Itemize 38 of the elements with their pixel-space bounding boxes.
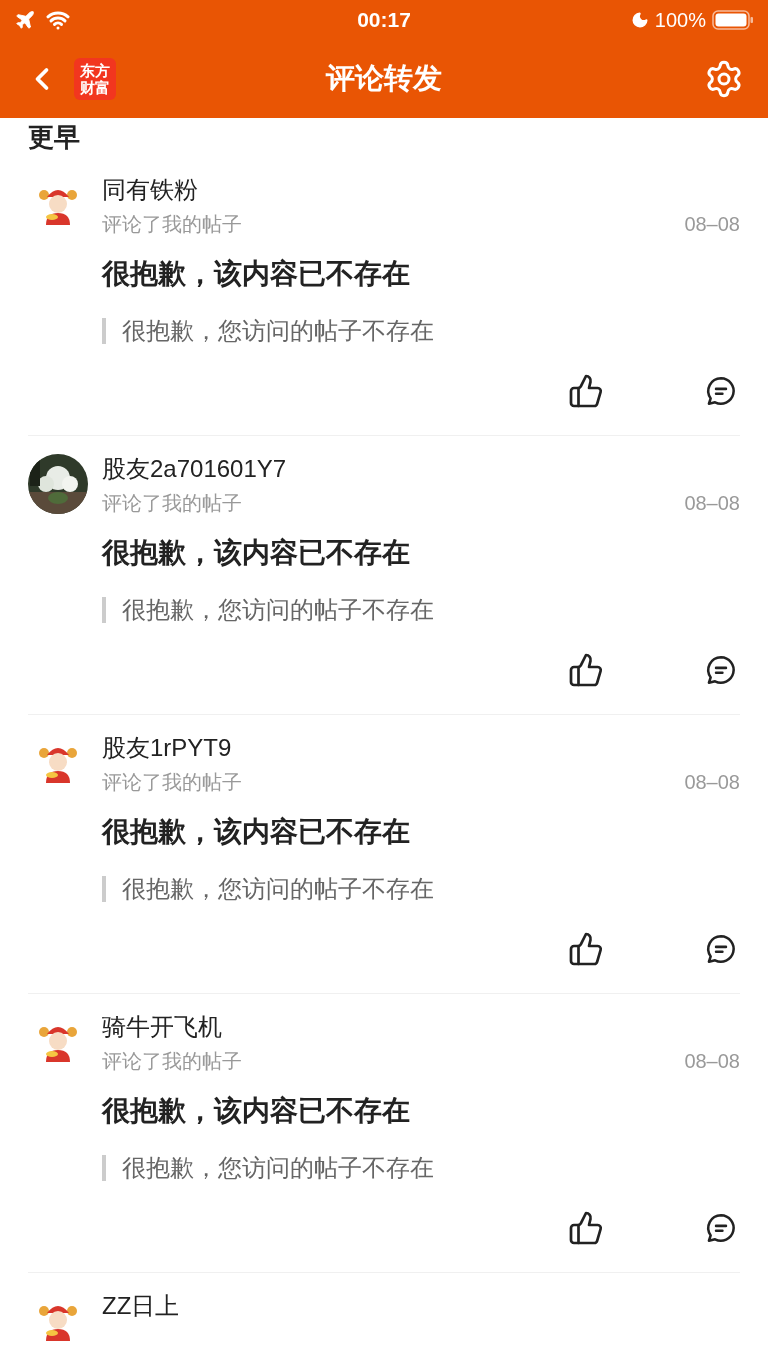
like-icon[interactable]: [568, 1210, 604, 1246]
comment-text: 很抱歉，该内容已不存在: [102, 257, 410, 291]
date-text: 08–08: [684, 770, 740, 795]
like-icon[interactable]: [568, 652, 604, 688]
user-name[interactable]: ZZ日上: [102, 1291, 180, 1321]
comment-text: 很抱歉，该内容已不存在: [102, 1094, 410, 1128]
user-name[interactable]: 骑牛开飞机: [102, 1012, 222, 1042]
action-text: 评论了我的帖子: [102, 491, 242, 516]
like-icon[interactable]: [568, 373, 604, 409]
section-header: 更早: [28, 121, 80, 154]
date-text: 08–08: [684, 1049, 740, 1074]
quoted-post-text: 很抱歉，您访问的帖子不存在: [122, 874, 434, 904]
page-title: 评论转发: [326, 62, 442, 95]
settings-icon[interactable]: [704, 59, 744, 99]
user-name[interactable]: 股友2a701601Y7: [102, 454, 287, 484]
user-name[interactable]: 同有铁粉: [102, 175, 198, 205]
moon-icon: [630, 11, 649, 29]
airplane-icon: [14, 9, 36, 31]
quoted-post-text: 很抱歉，您访问的帖子不存在: [122, 595, 434, 625]
date-text: 08–08: [684, 491, 740, 516]
action-text: 评论了我的帖子: [102, 770, 242, 795]
comment-text: 很抱歉，该内容已不存在: [102, 536, 410, 570]
status-time: 00:17: [357, 8, 411, 32]
comment-icon[interactable]: [704, 374, 738, 408]
like-icon[interactable]: [568, 931, 604, 967]
action-text: 评论了我的帖子: [102, 1049, 242, 1074]
comment-icon[interactable]: [704, 932, 738, 966]
action-text: 评论了我的帖子: [102, 212, 242, 237]
quoted-post-text: 很抱歉，您访问的帖子不存在: [122, 316, 434, 346]
comment-icon[interactable]: [704, 1211, 738, 1245]
comment-text: 很抱歉，该内容已不存在: [102, 815, 410, 849]
app-logo[interactable]: 东方财富: [74, 58, 116, 100]
user-name[interactable]: 股友1rPYT9: [102, 733, 232, 763]
quoted-post-text: 很抱歉，您访问的帖子不存在: [122, 1153, 434, 1183]
battery-percent: 100%: [654, 8, 706, 33]
battery-icon: [712, 10, 754, 30]
date-text: 08–08: [684, 212, 740, 237]
comment-icon[interactable]: [704, 653, 738, 687]
